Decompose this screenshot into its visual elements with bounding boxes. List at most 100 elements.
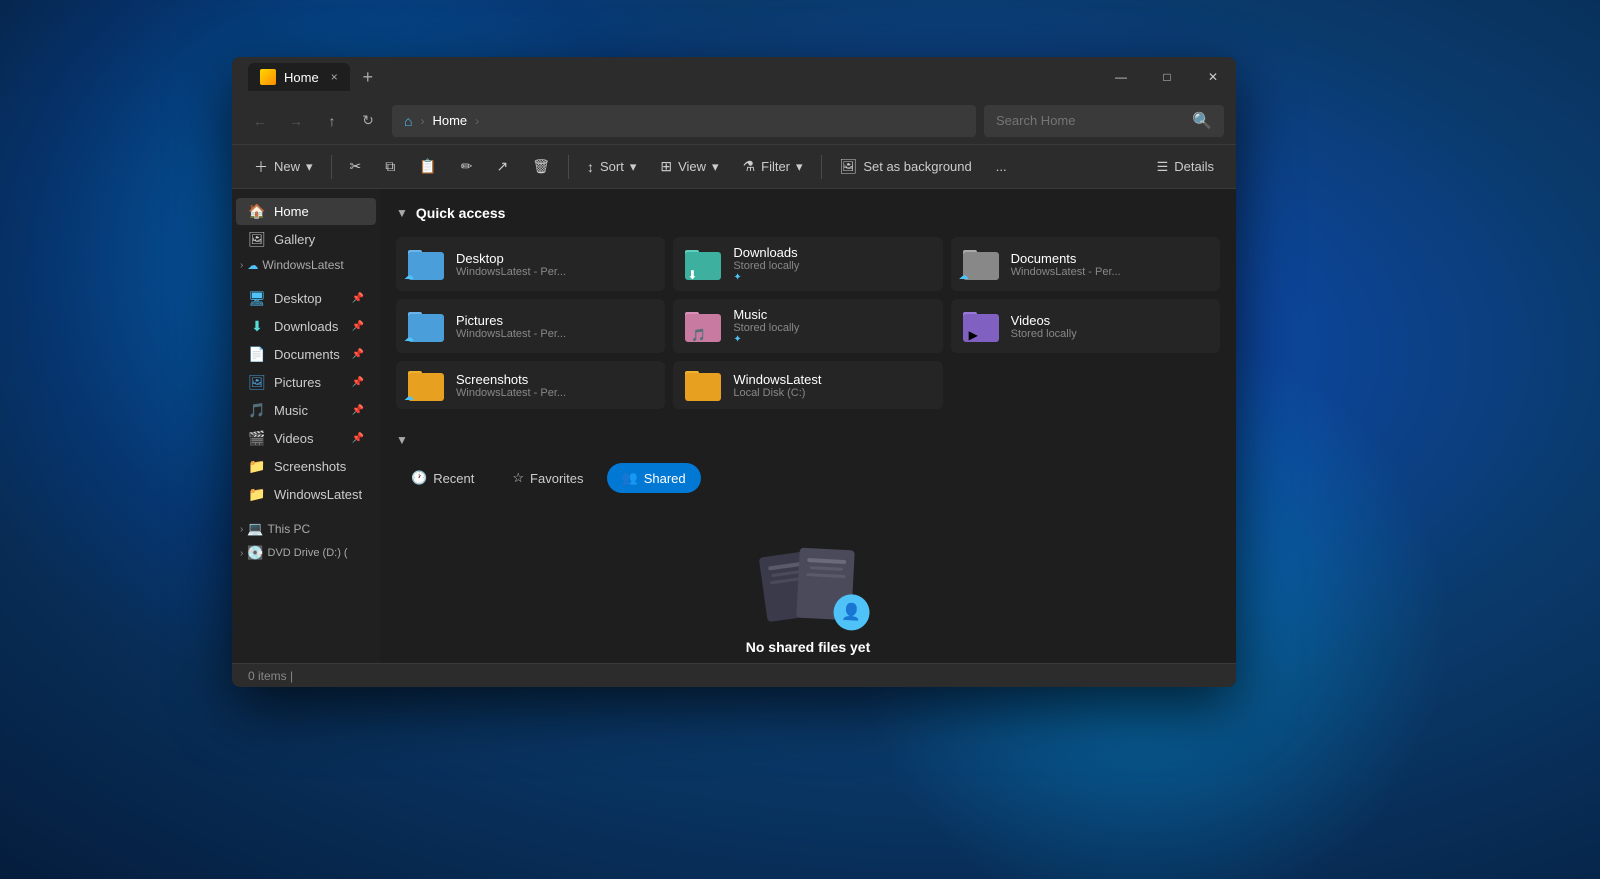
- sidebar-item-screenshots[interactable]: 📁 Screenshots: [236, 453, 376, 480]
- person-avatar: 👤: [833, 593, 871, 631]
- share-button[interactable]: ↗: [486, 153, 518, 180]
- more-icon: ...: [996, 159, 1007, 174]
- address-bar[interactable]: ⌂ › Home ›: [392, 105, 976, 137]
- quick-item-videos-info: Videos Stored locally: [1011, 313, 1210, 340]
- shared-icon: 👥: [622, 470, 638, 486]
- quick-item-documents-info: Documents WindowsLatest - Per...: [1011, 251, 1210, 278]
- quick-item-screenshots-sub: WindowsLatest - Per...: [456, 387, 655, 399]
- cut-button[interactable]: ✂: [340, 153, 372, 180]
- quick-item-documents[interactable]: ☁ Documents WindowsLatest - Per...: [951, 237, 1220, 291]
- sort-icon: ↕: [587, 159, 594, 175]
- quick-item-windowslatest-sub: Local Disk (C:): [733, 387, 932, 399]
- recent-icon: 🕐: [411, 470, 427, 486]
- more-button[interactable]: ...: [986, 154, 1017, 179]
- sidebar-item-windowslatest[interactable]: 📁 WindowsLatest: [236, 481, 376, 508]
- quick-access-header: ▼ Quick access: [396, 205, 1220, 221]
- tab-shared[interactable]: 👥 Shared: [607, 463, 701, 493]
- cloud-sync-screenshots-icon: ☁: [404, 392, 414, 403]
- search-bar[interactable]: 🔍: [984, 105, 1224, 137]
- downloads-icon: ⬇: [248, 318, 266, 335]
- quick-item-windowslatest[interactable]: WindowsLatest Local Disk (C:): [673, 361, 942, 409]
- quick-item-screenshots[interactable]: ☁ Screenshots WindowsLatest - Per...: [396, 361, 665, 409]
- quick-item-downloads[interactable]: ⬇ Downloads Stored locally ✦: [673, 237, 942, 291]
- view-chevron: ▾: [712, 159, 719, 175]
- files-section-header: ▼: [396, 433, 1220, 447]
- new-button[interactable]: ＋ New ▾: [244, 152, 323, 182]
- sidebar-expand-cloud[interactable]: › ☁ WindowsLatest: [232, 254, 380, 276]
- quick-item-music-sub: Stored locally: [733, 322, 932, 334]
- rename-button[interactable]: ✏: [451, 153, 483, 180]
- dvd-chevron: ›: [240, 548, 243, 559]
- folder-icon: [260, 69, 276, 85]
- tab-shared-label: Shared: [644, 471, 686, 486]
- window-title: Home: [284, 70, 319, 85]
- sort-button[interactable]: ↕ Sort ▾: [577, 154, 646, 180]
- title-tab[interactable]: Home ×: [248, 63, 350, 91]
- refresh-button[interactable]: ↻: [352, 105, 384, 137]
- files-chevron[interactable]: ▼: [396, 433, 408, 447]
- new-tab-button[interactable]: +: [354, 63, 382, 91]
- filter-chevron: ▾: [796, 159, 803, 175]
- back-button[interactable]: ←: [244, 105, 276, 137]
- paste-button[interactable]: 📋: [409, 153, 446, 180]
- cloud-sync-documents-icon: ☁: [959, 271, 969, 282]
- main-content: 🏠 Home 🖼 Gallery › ☁ WindowsLatest 🖥 Des…: [232, 189, 1236, 663]
- minimize-button[interactable]: —: [1098, 57, 1144, 97]
- sidebar-expand-dvd[interactable]: › 💽 DVD Drive (D:) (: [232, 541, 380, 565]
- explorer-window: Home × + — □ ✕ ← → ↑ ↻ ⌂ › Home › 🔍 ＋ N: [232, 57, 1236, 687]
- quick-item-music[interactable]: 🎵 Music Stored locally ✦: [673, 299, 942, 353]
- sidebar-item-music[interactable]: 🎵 Music 📌: [236, 397, 376, 424]
- sidebar-expand-thispc[interactable]: › 💻 This PC: [232, 517, 380, 541]
- tab-favorites-label: Favorites: [530, 471, 583, 486]
- sidebar-label-thispc: This PC: [268, 522, 311, 536]
- up-button[interactable]: ↑: [316, 105, 348, 137]
- quick-access-chevron[interactable]: ▼: [396, 206, 408, 220]
- quick-item-videos[interactable]: ▶ Videos Stored locally: [951, 299, 1220, 353]
- music-note-icon: 🎵: [691, 328, 706, 342]
- sidebar-label-cloud: WindowsLatest: [262, 258, 343, 272]
- sidebar-item-desktop[interactable]: 🖥 Desktop 📌: [236, 285, 376, 312]
- thispc-icon: 💻: [247, 521, 263, 537]
- tab-close-icon[interactable]: ×: [331, 70, 338, 84]
- sidebar-label-downloads: Downloads: [274, 319, 344, 334]
- pin-icon-downloads: 📌: [352, 321, 364, 332]
- quick-item-desktop-name: Desktop: [456, 251, 655, 266]
- doc-paper-2: 👤: [796, 548, 855, 621]
- cloud-icon: ☁: [247, 259, 258, 272]
- videos-icon: 🎬: [248, 430, 266, 447]
- details-icon: ☰: [1157, 159, 1169, 175]
- filter-button[interactable]: ⚗ Filter ▾: [733, 153, 813, 180]
- copy-button[interactable]: ⧉: [375, 153, 405, 180]
- search-input[interactable]: [996, 113, 1184, 128]
- delete-button[interactable]: 🗑: [522, 153, 560, 180]
- sidebar-item-documents[interactable]: 📄 Documents 📌: [236, 341, 376, 368]
- maximize-button[interactable]: □: [1144, 57, 1190, 97]
- view-button[interactable]: ⊞ View ▾: [650, 153, 728, 180]
- sort-label: Sort: [600, 159, 624, 174]
- quick-item-pictures[interactable]: ☁ Pictures WindowsLatest - Per...: [396, 299, 665, 353]
- sidebar-item-pictures[interactable]: 🖼 Pictures 📌: [236, 369, 376, 396]
- command-bar: ＋ New ▾ ✂ ⧉ 📋 ✏ ↗ 🗑 ↕ Sort ▾ ⊞: [232, 145, 1236, 189]
- quick-item-desktop[interactable]: ☁ Desktop WindowsLatest - Per...: [396, 237, 665, 291]
- tab-recent[interactable]: 🕐 Recent: [396, 463, 489, 493]
- quick-item-documents-name: Documents: [1011, 251, 1210, 266]
- quick-item-videos-sub: Stored locally: [1011, 328, 1210, 340]
- shared-illustration: 👤: [763, 549, 853, 619]
- sidebar-label-gallery: Gallery: [274, 232, 364, 247]
- quick-item-pictures-info: Pictures WindowsLatest - Per...: [456, 313, 655, 340]
- screenshots-icon: 📁: [248, 458, 266, 475]
- quick-item-screenshots-info: Screenshots WindowsLatest - Per...: [456, 372, 655, 399]
- details-button[interactable]: ☰ Details: [1147, 154, 1224, 180]
- background-button[interactable]: 🖼 Set as background: [830, 153, 982, 180]
- close-button[interactable]: ✕: [1190, 57, 1236, 97]
- sidebar-item-videos[interactable]: 🎬 Videos 📌: [236, 425, 376, 452]
- sidebar-item-home[interactable]: 🏠 Home: [236, 198, 376, 225]
- sidebar-item-downloads[interactable]: ⬇ Downloads 📌: [236, 313, 376, 340]
- cmd-sep2: [568, 155, 569, 179]
- quick-item-screenshots-name: Screenshots: [456, 372, 655, 387]
- tab-favorites[interactable]: ☆ Favorites: [497, 463, 598, 493]
- sidebar-item-gallery[interactable]: 🖼 Gallery: [236, 226, 376, 253]
- home-icon: 🏠: [248, 203, 266, 220]
- forward-button[interactable]: →: [280, 105, 312, 137]
- quick-item-music-name: Music: [733, 307, 932, 322]
